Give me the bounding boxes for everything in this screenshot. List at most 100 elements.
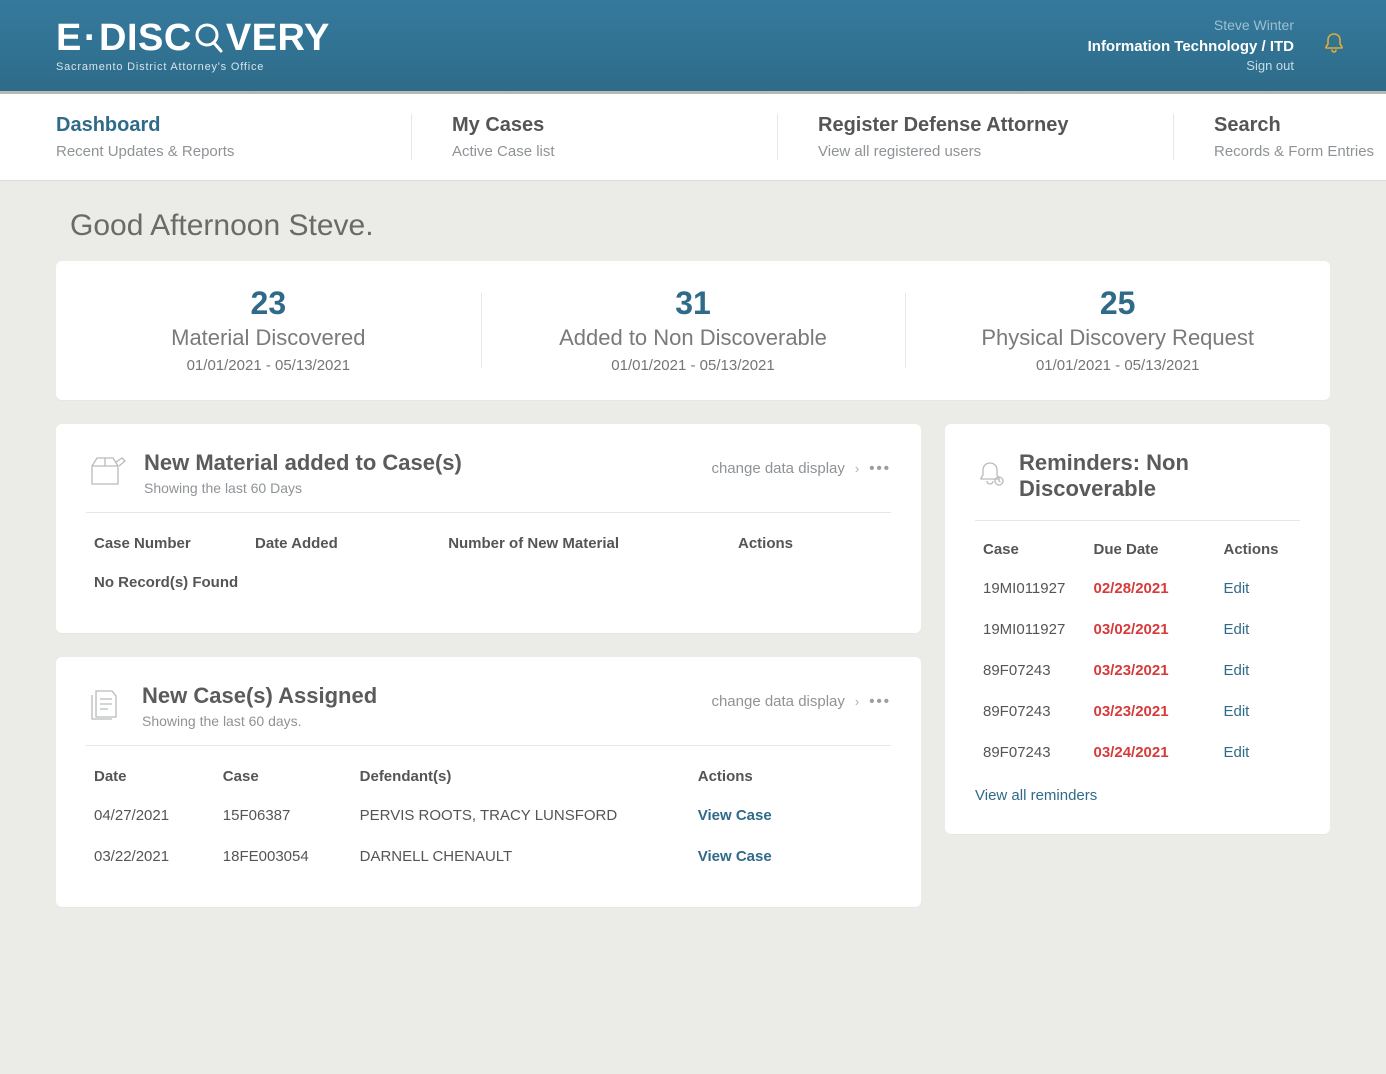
logo-text: E: [56, 19, 82, 57]
edit-link[interactable]: Edit: [1224, 703, 1250, 720]
card-subtitle: Showing the last 60 days.: [142, 713, 377, 729]
nav-title: Register Defense Attorney: [818, 114, 1133, 137]
col-date: Date: [86, 754, 215, 795]
col-actions: Actions: [1216, 527, 1301, 568]
magnifier-icon: [194, 22, 224, 54]
sign-out-link[interactable]: Sign out: [1088, 57, 1294, 75]
reminders-table: Case Due Date Actions 19MI011927 02/28/2…: [975, 527, 1300, 773]
cell-date: 03/22/2021: [86, 836, 215, 877]
view-case-link[interactable]: View Case: [698, 807, 772, 824]
user-department: Information Technology / ITD: [1088, 36, 1294, 57]
stat-number: 23: [56, 287, 481, 319]
chevron-right-icon: ›: [855, 694, 859, 709]
col-case: Case: [975, 527, 1086, 568]
col-num-material: Number of New Material: [440, 521, 730, 562]
cell-case: 89F07243: [975, 732, 1086, 773]
more-menu-icon[interactable]: •••: [869, 460, 891, 477]
nav-subtitle: Records & Form Entries: [1214, 143, 1374, 160]
cell-date: 04/27/2021: [86, 795, 215, 836]
nav-search[interactable]: Search Records & Form Entries: [1173, 114, 1386, 160]
card-title: New Case(s) Assigned: [142, 683, 377, 709]
edit-link[interactable]: Edit: [1224, 580, 1250, 597]
table-row: 89F07243 03/23/2021 Edit: [975, 691, 1300, 732]
stat-label: Material Discovered: [56, 325, 481, 351]
logo-subtitle: Sacramento District Attorney's Office: [56, 61, 264, 73]
cell-due-date: 03/23/2021: [1086, 691, 1216, 732]
cell-due-date: 03/24/2021: [1086, 732, 1216, 773]
stat-daterange: 01/01/2021 - 05/13/2021: [56, 357, 481, 374]
col-actions: Actions: [690, 754, 891, 795]
cell-due-date: 02/28/2021: [1086, 568, 1216, 609]
user-block: Steve Winter Information Technology / IT…: [1088, 16, 1346, 75]
main-nav: Dashboard Recent Updates & Reports My Ca…: [0, 94, 1386, 181]
change-data-display[interactable]: change data display: [711, 693, 844, 710]
cell-due-date: 03/02/2021: [1086, 609, 1216, 650]
col-case: Case: [215, 754, 352, 795]
cell-case: 15F06387: [215, 795, 352, 836]
edit-link[interactable]: Edit: [1224, 662, 1250, 679]
logo-text: DISC: [99, 19, 192, 57]
logo-dot: ·: [84, 19, 97, 57]
cell-case: 19MI011927: [975, 568, 1086, 609]
view-case-link[interactable]: View Case: [698, 848, 772, 865]
new-material-table: Case Number Date Added Number of New Mat…: [86, 521, 891, 603]
chevron-right-icon: ›: [855, 461, 859, 476]
notification-bell-icon[interactable]: [1322, 31, 1346, 60]
edit-link[interactable]: Edit: [1224, 744, 1250, 761]
app-header: E · DISC VERY Sacramento District Attorn…: [0, 0, 1386, 94]
stat-daterange: 01/01/2021 - 05/13/2021: [905, 357, 1330, 374]
cell-case: 19MI011927: [975, 609, 1086, 650]
table-row: 19MI011927 02/28/2021 Edit: [975, 568, 1300, 609]
cell-case: 18FE003054: [215, 836, 352, 877]
nav-title: My Cases: [452, 114, 737, 137]
col-defendants: Defendant(s): [352, 754, 690, 795]
stat-material-discovered[interactable]: 23 Material Discovered 01/01/2021 - 05/1…: [56, 287, 481, 374]
card-subtitle: Showing the last 60 Days: [144, 480, 462, 496]
stat-number: 25: [905, 287, 1330, 319]
reminders-card: Reminders: Non Discoverable Case Due Dat…: [945, 424, 1330, 834]
app-logo[interactable]: E · DISC VERY Sacramento District Attorn…: [56, 19, 330, 73]
documents-icon: [86, 685, 124, 728]
cell-case: 89F07243: [975, 691, 1086, 732]
cell-case: 89F07243: [975, 650, 1086, 691]
stat-physical-request[interactable]: 25 Physical Discovery Request 01/01/2021…: [905, 287, 1330, 374]
stats-bar: 23 Material Discovered 01/01/2021 - 05/1…: [56, 261, 1330, 400]
table-empty-row: No Record(s) Found: [86, 562, 891, 603]
stat-non-discoverable[interactable]: 31 Added to Non Discoverable 01/01/2021 …: [481, 287, 906, 374]
col-due-date: Due Date: [1086, 527, 1216, 568]
cell-defendants: PERVIS ROOTS, TRACY LUNSFORD: [352, 795, 690, 836]
nav-subtitle: Active Case list: [452, 143, 737, 160]
cell-due-date: 03/23/2021: [1086, 650, 1216, 691]
new-cases-card: New Case(s) Assigned Showing the last 60…: [56, 657, 921, 907]
table-row: 89F07243 03/24/2021 Edit: [975, 732, 1300, 773]
empty-message: No Record(s) Found: [86, 562, 891, 603]
stat-number: 31: [481, 287, 906, 319]
card-title: New Material added to Case(s): [144, 450, 462, 476]
box-icon: [86, 452, 126, 495]
new-cases-table: Date Case Defendant(s) Actions 04/27/202…: [86, 754, 891, 877]
nav-dashboard[interactable]: Dashboard Recent Updates & Reports: [56, 114, 411, 160]
col-case-number: Case Number: [86, 521, 247, 562]
nav-title: Dashboard: [56, 114, 371, 137]
col-actions: Actions: [730, 521, 891, 562]
nav-subtitle: View all registered users: [818, 143, 1133, 160]
view-all-reminders-link[interactable]: View all reminders: [975, 787, 1097, 804]
stat-label: Added to Non Discoverable: [481, 325, 906, 351]
table-row: 04/27/2021 15F06387 PERVIS ROOTS, TRACY …: [86, 795, 891, 836]
reminder-bell-icon: [975, 459, 1005, 494]
new-material-card: New Material added to Case(s) Showing th…: [56, 424, 921, 633]
card-title: Reminders: Non Discoverable: [1019, 450, 1300, 502]
nav-my-cases[interactable]: My Cases Active Case list: [411, 114, 777, 160]
table-row: 03/22/2021 18FE003054 DARNELL CHENAULT V…: [86, 836, 891, 877]
nav-title: Search: [1214, 114, 1374, 137]
change-data-display[interactable]: change data display: [711, 460, 844, 477]
more-menu-icon[interactable]: •••: [869, 693, 891, 710]
user-name: Steve Winter: [1088, 16, 1294, 36]
greeting: Good Afternoon Steve.: [0, 181, 1386, 261]
table-row: 89F07243 03/23/2021 Edit: [975, 650, 1300, 691]
table-row: 19MI011927 03/02/2021 Edit: [975, 609, 1300, 650]
nav-subtitle: Recent Updates & Reports: [56, 143, 371, 160]
col-date-added: Date Added: [247, 521, 440, 562]
nav-register-attorney[interactable]: Register Defense Attorney View all regis…: [777, 114, 1173, 160]
edit-link[interactable]: Edit: [1224, 621, 1250, 638]
